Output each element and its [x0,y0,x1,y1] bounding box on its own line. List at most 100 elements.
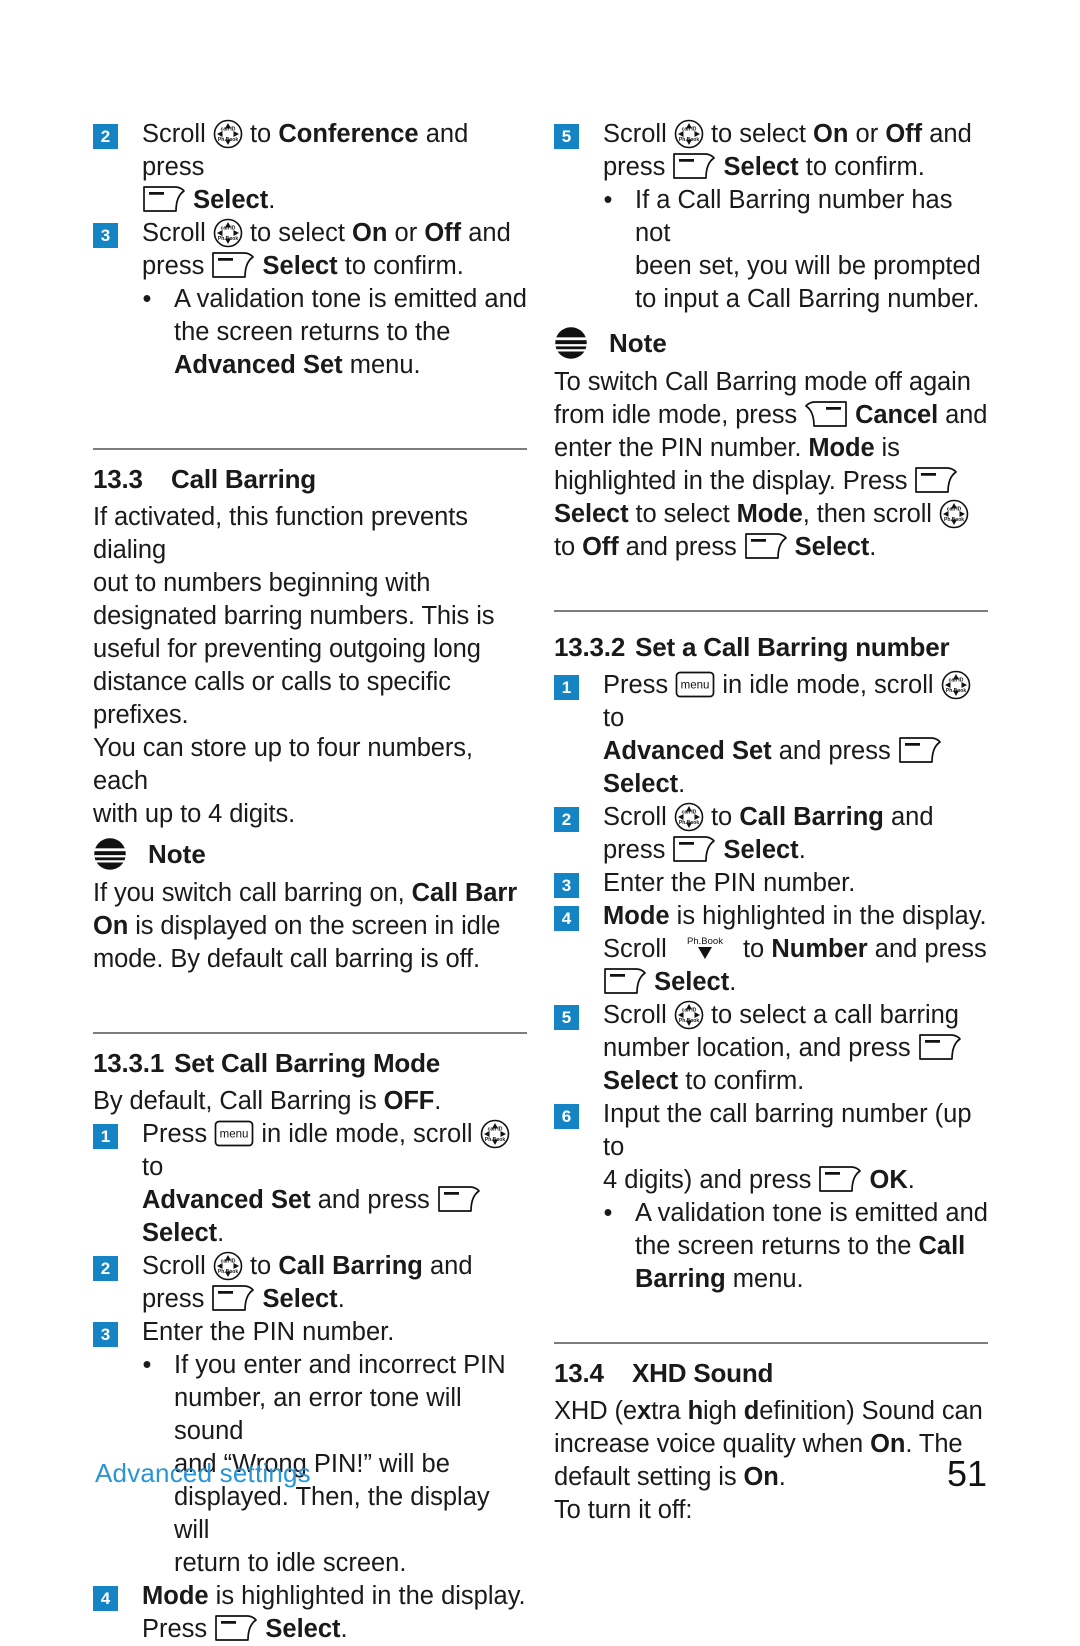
input-line: Input the call barring number (up to [603,1100,972,1161]
note-body-left: If you switch call barring on, Call Barr… [93,877,527,976]
call-barring-label: Call Barring [739,803,884,831]
to-word: to [142,1153,164,1181]
call-barring-label: Call Barring [278,1252,423,1280]
body-line: out to numbers beginning with [93,569,431,597]
select-label: Select [265,1615,341,1643]
menu-word: menu. [349,351,421,379]
select-label: Select [603,770,679,798]
section-heading-13-3-1: 13.3.1 Set Call Barring Mode [93,1048,527,1079]
select-label: Select [193,186,269,214]
section-title: Set a Call Barring number [635,632,950,662]
mode-label: Mode [603,902,670,930]
advanced-set-label: Advanced Set [174,351,343,379]
bullet-item: • If a Call Barring number has not been … [554,184,988,316]
bullet-item: • A validation tone is emitted and the s… [554,1197,988,1296]
bullet-dot: • [142,285,152,313]
period: . [268,186,276,214]
note-body-right: To switch Call Barring mode off again fr… [554,366,988,564]
note-line: and press [618,533,737,561]
left-softkey-icon [211,1283,255,1313]
step-text: Scroll to select On or Off and press Sel… [603,118,988,184]
bullet-line: to input a Call Barring number. [635,285,980,313]
to-select-words: to select [710,120,806,148]
select-label: Select [654,968,730,996]
mode-label: Mode [736,500,803,528]
step-text: Input the call barring number (up to 4 d… [603,1098,988,1197]
left-softkey-icon [603,966,647,996]
step-item: 2 Scroll to Call Barring and press Selec… [93,1250,527,1316]
to-select-words: to select [249,219,345,247]
off-label: OFF [383,1087,435,1115]
press-word: press [603,153,666,181]
note-line: To switch Call Barring mode off again [554,368,971,396]
section-heading-13-4: 13.4 XHD Sound [554,1358,988,1389]
body-line: distance calls or calls to specific pref… [93,668,451,729]
section-13-4-body: XHD (extra high definition) Sound can in… [554,1395,988,1527]
left-softkey-icon [818,1164,862,1194]
left-softkey-icon [142,184,186,214]
left-softkey-icon [914,465,958,495]
idle-mode-text: in idle mode, scroll [722,671,934,699]
bullet-line: return to idle screen. [174,1549,407,1577]
step-text: Scroll to Conference and press Select. [142,118,527,217]
period: . [778,1463,786,1491]
mode-label: Mode [142,1582,209,1610]
step-text: Scroll to select On or Off and press Sel… [142,217,527,283]
mode-label: Mode [808,434,875,462]
step-item: 1 Press in idle mode, scroll to Advanced… [554,669,988,801]
body-line: useful for preventing outgoing long [93,635,481,663]
left-softkey-icon [672,151,716,181]
xhd-bold-h: h [687,1397,704,1425]
bullet-line: number, an error tone will sound [174,1384,462,1445]
barring-label: Barring [635,1265,726,1293]
note-line: mode. By default call barring is off. [93,945,481,973]
step-item: 2 Scroll to Conference and press Select. [93,118,527,217]
call-barr-label: Call Barr [411,879,518,907]
step-item: 6 Input the call barring number (up to 4… [554,1098,988,1197]
section-number: 13.3.2 [554,632,626,662]
note-line: and [938,401,988,429]
step-number-badge: 1 [554,675,579,700]
step-number-badge: 3 [93,1322,118,1347]
scroll-nav-key-icon [480,1119,510,1149]
step-item: 4 Mode is highlighted in the display. Sc… [554,900,988,999]
note-bullet-icon [93,837,127,871]
scroll-nav-key-icon [213,1251,243,1281]
advanced-set-label: Advanced Set [142,1186,311,1214]
press-word: Press [142,1120,208,1148]
on-label: On [352,219,388,247]
and-word: and [890,803,934,831]
xhd-text: increase voice quality when [554,1430,871,1458]
and-word: and [929,120,972,148]
xhd-text: tra [651,1397,688,1425]
idle-mode-text: in idle mode, scroll [261,1120,473,1148]
step-text: Enter the PIN number. [603,869,856,897]
scroll-word: Scroll [603,935,667,963]
scroll-nav-key-icon [941,670,971,700]
bullet-dot: • [603,1199,613,1227]
bullet-dot: • [142,1351,152,1379]
period: . [217,1219,225,1247]
step-number-badge: 3 [554,873,579,898]
on-label: On [870,1430,906,1458]
scroll-word: Scroll [142,1252,206,1280]
off-label: Off [885,120,923,148]
step-number-badge: 5 [554,124,579,149]
step-item: 3 Enter the PIN number. [93,1316,527,1349]
off-label: Off [582,533,619,561]
period: . [434,1087,442,1115]
note-bullet-icon [554,326,588,360]
confirm-words: to confirm. [685,1067,805,1095]
step-number-badge: 5 [554,1005,579,1030]
scroll-word: Scroll [142,219,206,247]
select-label: Select [142,1219,218,1247]
call-barring-text: to select a call barring [710,1001,959,1029]
conference-label: Conference [278,120,419,148]
step-number-badge: 2 [93,124,118,149]
step-text: Scroll to Call Barring and press Select. [603,801,988,867]
body-line: If activated, this function prevents dia… [93,503,468,564]
scroll-nav-key-icon [213,218,243,248]
bullet-line: If you enter and incorrect PIN [174,1351,506,1379]
xhd-text: To turn it off: [554,1496,693,1524]
step-item: 3 Scroll to select On or Off and press S… [93,217,527,283]
